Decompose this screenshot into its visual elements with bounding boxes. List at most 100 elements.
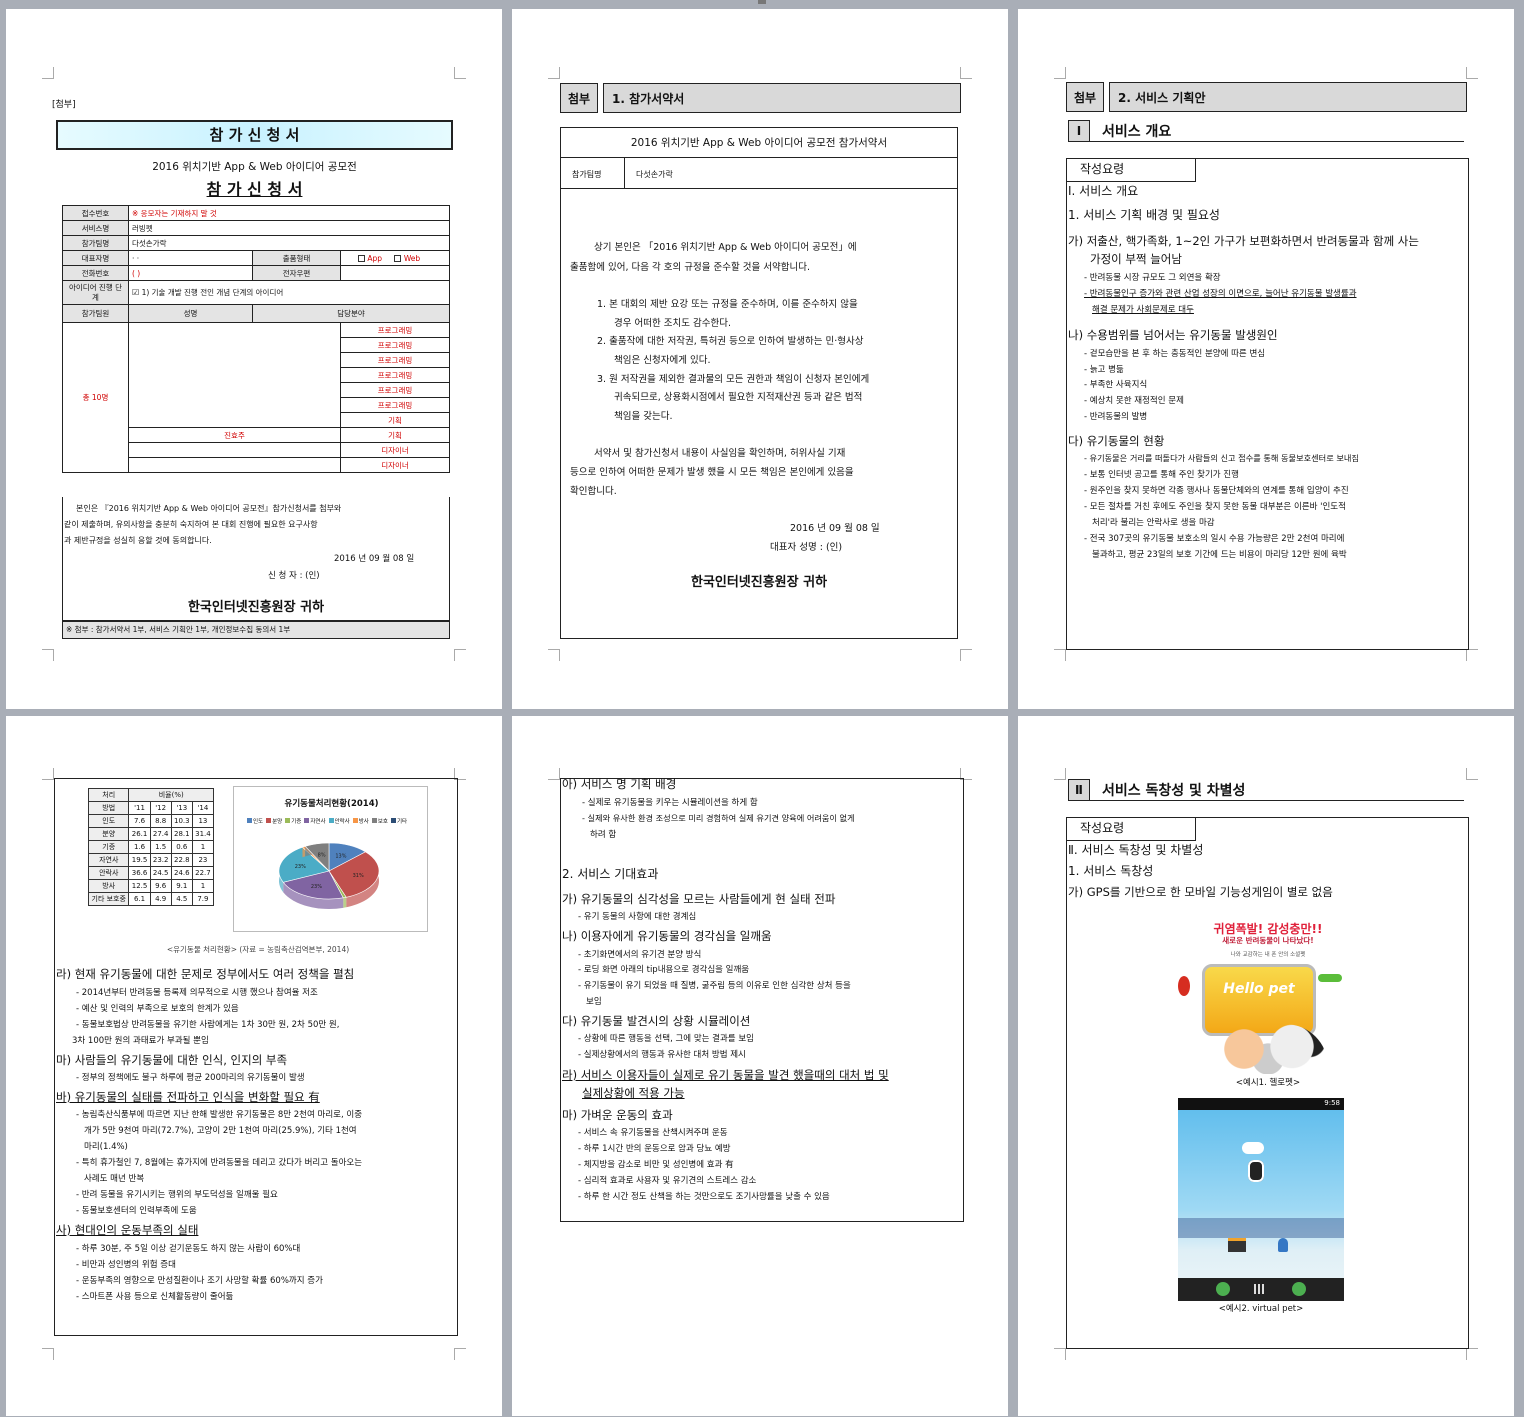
scroll-indicator[interactable] [758,0,766,4]
role-cell: 프로그래밍 [340,382,450,398]
roman-title: 서비스 개요 [1102,123,1172,140]
bullet: - 늙고 병듦 [1084,365,1124,375]
table-cell: 9.1 [170,879,193,893]
legend-label: 자연사 [310,819,326,825]
image-caption: <예시2. virtual pet> [1218,1304,1304,1314]
table-cell: 22.7 [191,866,215,880]
bullet: - 동물보호법상 반려동물을 유기한 사람에게는 1차 30만 원, 2차 50… [76,1020,340,1030]
sub-heading: 아) 서비스 명 기획 배경 [562,777,677,791]
fireplace-icon [1228,1238,1246,1252]
bullet: - 심리적 효과로 사용자 및 유기견의 스트레스 감소 [578,1176,757,1186]
table-row: 분양 26.1 27.4 28.1 31.4 [87,827,215,841]
team-value: 다섯손가락 [636,170,673,179]
table-cell: 7.9 [191,892,215,906]
legend-swatch [352,818,358,823]
table-cell: 19.5 [128,853,151,867]
table-cell: 24.6 [170,866,193,880]
phone-field[interactable]: ( ) [128,265,253,281]
cat-mascot-icon [1208,1024,1328,1074]
sub-heading: 다) 유기동물 발견시의 상황 시뮬레이션 [562,1014,751,1028]
bullet: 보임 [586,997,602,1007]
bullet: 3차 100만 원의 과태료가 부과될 뿐임 [72,1036,209,1046]
heading: 1. 서비스 기획 배경 및 필요성 [1068,208,1220,222]
pledge-line: 과 제반규정을 성실히 응할 것에 동의합니다. [64,536,212,545]
row-label: 기증 [87,840,130,854]
page-2: 첨부 1. 참가서약서 2016 위치기반 App & Web 아이디어 공모전… [512,9,1008,709]
date: 2016 년 09 월 08 일 [790,523,880,534]
checkbox-web[interactable] [394,255,402,262]
pledge-item: 1. 본 대회의 제반 요강 또는 규정을 준수하며, 이를 준수하지 않을 [597,299,858,310]
water-area [1178,1218,1344,1238]
contest-name: 2016 위치기반 App & Web 아이디어 공모전 [152,161,357,173]
bullet: - 유기 동물의 사항에 대한 경계심 [578,912,697,922]
table-row: 자연사 19.5 23.2 22.8 23 [87,853,215,867]
idea-stage-text: 1) 기술 개발 진행 전인 개념 단계의 아이디어 [141,288,284,297]
table-cell: 22.8 [170,853,193,867]
row-label: 안락사 [87,866,130,880]
bullet: - 2014년부터 반려동물 등록제 의무적으로 시행 했으나 참여율 저조 [76,988,318,998]
row-label: 자연사 [87,853,130,867]
addressee: 한국인터넷진흥원장 귀하 [690,575,828,590]
email-field[interactable] [340,265,450,281]
pledge-line: 본인은 『2016 위치기반 App & Web 아이디어 공모전』참가신청서를… [76,504,342,513]
form-value: ※ 응모자는 기재하지 말 것 [128,205,450,221]
hello-pet-image: 귀염폭발! 감성충만!! 새로운 반려동물이 나타났다! 나와 교감하는 내 폰… [1168,916,1368,1074]
rep-field[interactable]: · · [128,250,253,266]
form-label: 서비스명 [62,220,129,236]
application-form: 접수번호 ※ 응모자는 기재하지 말 것 서비스명 러빙펫 참가팀명 다섯손가락 대표… [62,205,450,473]
promo-subtitle: 새로운 반려동물이 나타났다! [1222,936,1314,945]
table-cell: 7.6 [128,814,151,828]
attach-label: [첨부] [52,100,76,110]
checkbox-app[interactable] [358,255,365,262]
table-cell: 23 [191,853,215,867]
legend-label: 보호 [377,819,388,825]
section-title: 1. 참가서약서 [603,83,961,113]
pledge-item: 경우 어떠한 조치도 감수한다. [614,318,731,329]
pledge-item: 책임을 갖는다. [614,411,673,422]
grid-button-icon[interactable] [1254,1284,1264,1294]
heading: 2. 서비스 기대효과 [562,867,659,881]
pie-label: 23% [295,864,306,870]
table-header: '11 [128,801,151,815]
role-cell: 기획 [340,412,450,428]
pledge-para: 등으로 인하여 어떠한 문제가 발생 했을 시 모든 책임은 본인에게 있음을 [570,467,854,478]
bullet: - 동물보호센터의 인력부족에 도움 [76,1206,197,1216]
roman-heading: Ⅱ 서비스 독창성 및 차별성 [1068,778,1464,801]
menu-button-icon[interactable] [1292,1282,1306,1296]
sub-heading: 라) 현재 유기동물에 대한 문제로 정부에서도 여러 정책을 펼침 [56,967,355,981]
table-header: 방법 [87,801,130,815]
table-cell: 9.6 [149,879,172,893]
table-cell: 0.6 [170,840,193,854]
bullet: - 모든 절차를 거친 후에도 주인을 찾지 못한 동물 대부분은 이른바 '인… [1084,502,1346,512]
bullet: - 상황에 따른 행동을 선택, 그에 맞는 결과를 보임 [578,1034,754,1044]
bullet: 처리'라 불리는 안락사로 생을 마감 [1092,518,1215,528]
pledge-para: 상기 본인은 「2016 위치기반 App & Web 아이디어 공모전」에 [594,242,857,253]
person-icon [1278,1238,1288,1252]
sub-heading: 실제상황에 적용 가능 [582,1086,685,1100]
pie-chart-box: 유기동물처리현황(2014) 인도 분양 기증 자연사 안락사 방사 보호 기타 13% 31%… [233,786,428,932]
bullet: - 비만과 성인병의 위험 증대 [76,1260,176,1270]
table-header: 처리 [87,788,130,802]
bullet: - 반려동물인구 증가와 관련 산업 성장의 이면으로, 늘어난 유기동물 발생… [1084,289,1357,299]
sub-heading: 라) 서비스 이용자들이 실제로 유기 동물을 발견 했을때의 대처 법 및 [562,1068,889,1082]
bullet: - 실제상황에서의 행동과 유사한 대처 방법 제시 [578,1050,746,1060]
bullet: - 로딩 화면 아래의 tip내용으로 경각심을 일깨움 [578,965,750,975]
table-row: 기증 1.6 1.5 0.6 1 [87,840,215,854]
leader-name: 진효주 [128,427,341,443]
legend-swatch [285,818,291,823]
title-box: 참 가 신 청 서 [56,120,453,150]
service-name-field[interactable]: 러빙펫 [128,220,450,236]
checkbox-checked-icon[interactable]: ☑ [132,288,139,297]
form-label: 참가팀명 [62,235,129,251]
table-cell: 36.6 [128,866,151,880]
legend-swatch [247,818,252,823]
table-cell: 6.1 [128,892,151,906]
content-frame [560,778,964,1222]
team-name-field[interactable]: 다섯손가락 [128,235,450,251]
call-button-icon[interactable] [1216,1282,1230,1296]
bullet: - 유기동물은 거리를 떠돌다가 사람들의 신고 접수를 통해 동물보호센터로 … [1084,453,1359,463]
bullet: - 실제와 유사한 환경 조성으로 미리 경험하여 실제 유기견 양육에 어려움… [582,813,855,823]
table-cell: 24.5 [149,866,172,880]
section-header: 첨부 2. 서비스 기획안 [1066,82,1467,112]
bullet: 불과하고, 평균 23일의 보호 기간에 드는 비용이 마리당 12만 원에 육… [1092,550,1347,560]
